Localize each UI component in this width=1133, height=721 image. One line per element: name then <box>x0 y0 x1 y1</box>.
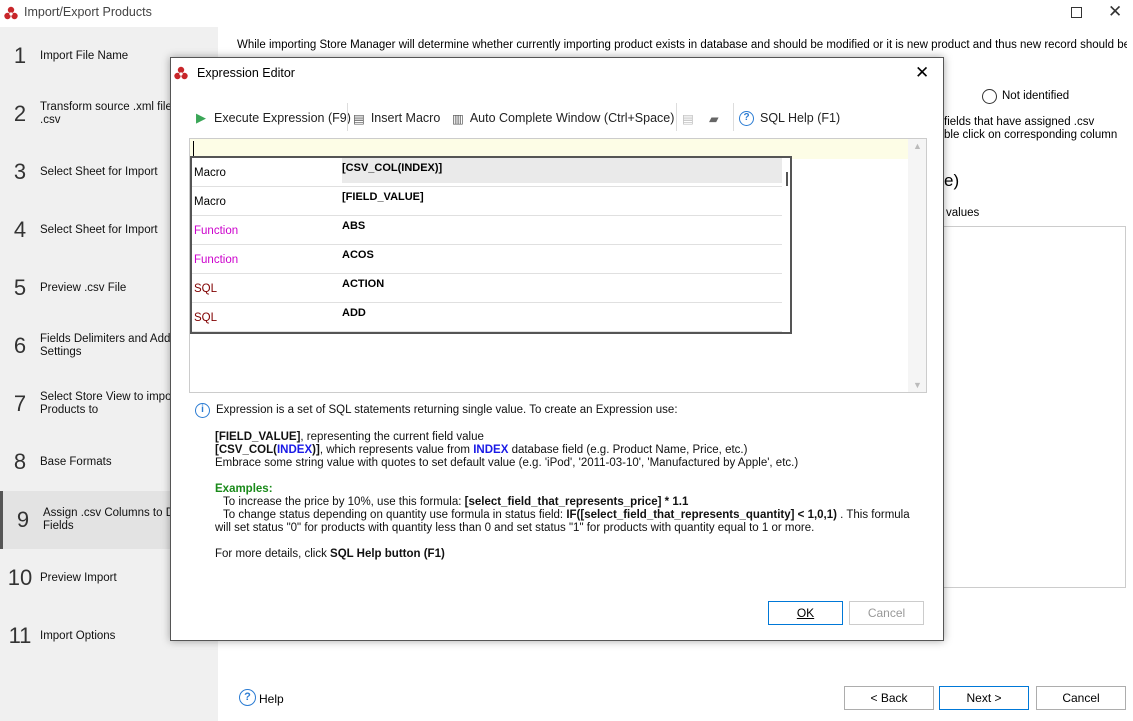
autocomplete-item[interactable]: SQL ACTION <box>192 274 782 303</box>
autocomplete-item[interactable]: Macro [CSV_COL(INDEX)] <box>192 158 782 187</box>
text-cursor <box>193 141 194 156</box>
values-label: values <box>946 207 980 219</box>
autocomplete-scrollbar[interactable] <box>786 172 788 186</box>
item-value: ACTION <box>342 278 385 290</box>
ok-button[interactable]: OK <box>768 601 843 625</box>
autocomplete-list[interactable]: Macro [CSV_COL(INDEX)] Macro [FIELD_VALUE] F… <box>190 156 792 334</box>
item-kind: Function <box>194 225 239 237</box>
item-kind: Macro <box>194 167 226 179</box>
open-folder-button[interactable]: ▰ <box>709 108 719 128</box>
auto-complete-icon: ▥ <box>452 111 464 126</box>
item-kind: Function <box>194 254 239 266</box>
index-keyword: INDEX <box>473 444 509 456</box>
info-icon: i <box>195 403 210 418</box>
section-heading: e) <box>944 171 960 190</box>
step-number: 3 <box>13 159 27 184</box>
app-logo-icon <box>4 6 18 20</box>
step-number: 6 <box>13 333 27 358</box>
example-formula: [select_field_that_represents_price] * 1… <box>464 496 689 508</box>
folder-icon: ▰ <box>709 111 719 126</box>
step-number: 5 <box>13 275 27 300</box>
step-number: 2 <box>13 101 27 126</box>
insert-macro-label: Insert Macro <box>370 111 441 125</box>
item-value: ADD <box>342 307 366 319</box>
import-icon: ▤ <box>682 111 694 126</box>
info-text: For more details, click <box>215 548 331 560</box>
info-text: will set status "0" for products with qu… <box>215 522 815 534</box>
sql-help-label: SQL Help (F1) <box>760 111 841 125</box>
help-link[interactable]: Help <box>259 692 284 706</box>
step-number: 1 <box>13 43 27 68</box>
item-value: ACOS <box>342 249 374 261</box>
dialog-cancel-button[interactable]: Cancel <box>849 601 924 625</box>
help-icon[interactable]: ? <box>239 689 256 706</box>
dialog-close-button[interactable]: ✕ <box>915 63 929 83</box>
item-value: [CSV_COL(INDEX)] <box>342 158 782 183</box>
app-logo-icon <box>174 66 188 80</box>
values-list[interactable] <box>942 226 1126 588</box>
info-text: database field (e.g. Product Name, Price… <box>508 444 748 456</box>
intro-text: While importing Store Manager will deter… <box>237 39 1127 51</box>
back-button[interactable]: < Back <box>844 686 934 710</box>
examples-heading: Examples: <box>215 483 273 495</box>
step-number: 10 <box>7 565 33 590</box>
auto-complete-label: Auto Complete Window (Ctrl+Space) <box>469 111 675 125</box>
insert-macro-button[interactable]: ▤ Insert Macro <box>353 108 440 128</box>
editor-scrollbar[interactable]: ▲ ▼ <box>908 139 926 392</box>
sql-help-reference: SQL Help button (F1) <box>330 548 445 560</box>
title-bar: Import/Export Products ✕ <box>0 0 1133 27</box>
info-text: . This formula <box>836 509 910 521</box>
item-kind: SQL <box>194 283 218 295</box>
info-text: Embrace some string value with quotes to… <box>215 457 799 469</box>
execute-label: Execute Expression (F9) <box>214 111 351 125</box>
info-intro: Expression is a set of SQL statements re… <box>216 404 678 416</box>
window-title: Import/Export Products <box>24 5 152 19</box>
info-panel: i Expression is a set of SQL statements r… <box>195 403 935 561</box>
autocomplete-item[interactable]: Function ACOS <box>192 245 782 274</box>
sql-help-button[interactable]: ? SQL Help (F1) <box>739 108 840 128</box>
step-number: 9 <box>16 507 30 532</box>
cancel-button[interactable]: Cancel <box>1036 686 1126 710</box>
example-formula: IF([select_field_that_represents_quantit… <box>566 509 837 521</box>
hint-text: fields that have assigned .csv <box>944 116 1095 128</box>
step-number: 11 <box>8 623 32 648</box>
info-text: , which represents value from <box>319 444 474 456</box>
item-kind: SQL <box>194 312 218 324</box>
step-number: 4 <box>13 217 27 242</box>
close-button[interactable]: ✕ <box>1108 2 1122 22</box>
next-button[interactable]: Next > <box>939 686 1029 710</box>
play-icon: ▶ <box>196 110 206 125</box>
expression-editor-dialog: Expression Editor ✕ ▶ Execute Expression … <box>170 57 944 641</box>
macro-csv-col: [CSV_COL( <box>215 444 277 456</box>
auto-complete-button[interactable]: ▥ Auto Complete Window (Ctrl+Space) <box>452 108 674 128</box>
dialog-title: Expression Editor <box>197 66 295 80</box>
step-number: 7 <box>13 391 27 416</box>
info-text: To change status depending on quantity u… <box>223 509 567 521</box>
item-kind: Macro <box>194 196 226 208</box>
autocomplete-item[interactable]: Function ABS <box>192 216 782 245</box>
info-text: , representing the current field value <box>300 431 484 443</box>
index-keyword: INDEX <box>276 444 313 456</box>
hint-text: ble click on corresponding column <box>944 129 1118 141</box>
info-text: To increase the price by 10%, use this f… <box>223 496 465 508</box>
macro-field-value: [FIELD_VALUE] <box>215 431 301 443</box>
load-expression-button[interactable]: ▤ <box>682 108 694 128</box>
macro-icon: ▤ <box>353 111 365 126</box>
item-value: ABS <box>342 220 366 232</box>
autocomplete-item[interactable]: SQL ADD <box>192 303 782 332</box>
autocomplete-item[interactable]: Macro [FIELD_VALUE] <box>192 187 782 216</box>
maximize-button[interactable] <box>1071 7 1082 18</box>
step-number: 8 <box>13 449 27 474</box>
radio-not-identified[interactable] <box>982 89 997 104</box>
radio-label: Not identified <box>1002 90 1070 102</box>
macro-csv-col-end: )] <box>312 444 320 456</box>
help-icon: ? <box>739 110 754 126</box>
execute-expression-button[interactable]: ▶ Execute Expression (F9) <box>196 108 351 128</box>
item-value: [FIELD_VALUE] <box>342 191 424 203</box>
